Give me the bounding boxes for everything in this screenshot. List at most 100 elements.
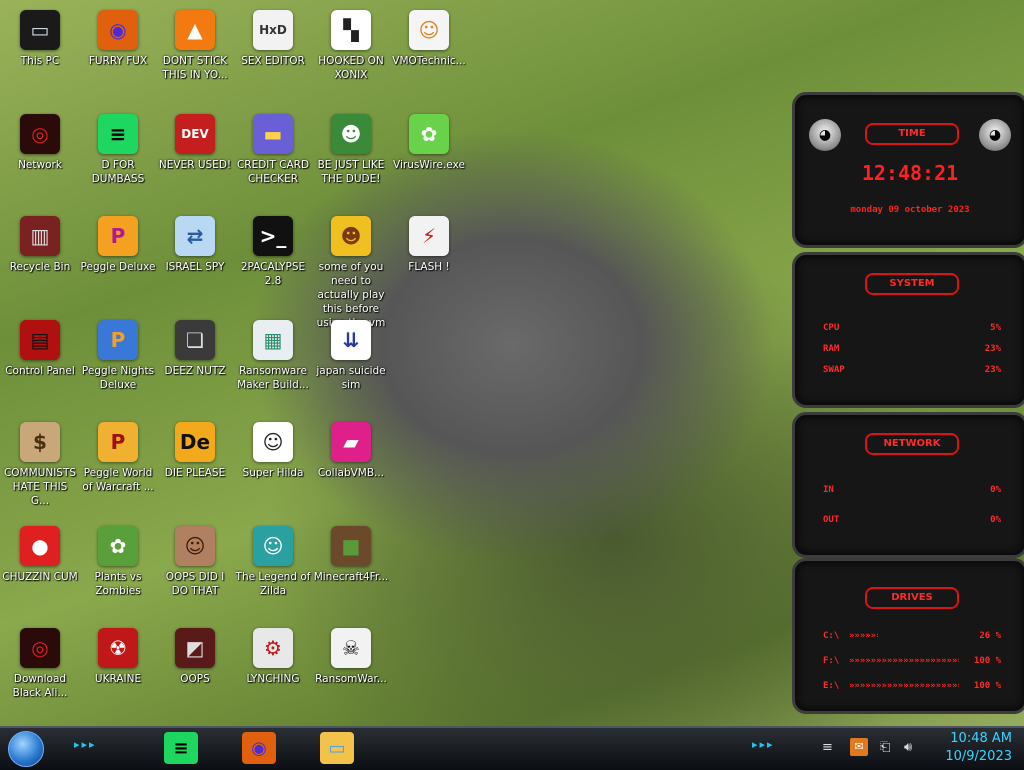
desktop-shortcut[interactable]: ≡ D FOR DUMBASS (78, 108, 158, 186)
row-label: OUT (823, 515, 840, 525)
shortcut-label: Minecraft4Fr... (313, 571, 389, 583)
desktop-shortcut[interactable]: ⚙ LYNCHING (233, 622, 313, 686)
row-value: 5% (990, 323, 1001, 333)
desktop-shortcut[interactable]: ▲ DONT STICK THIS IN YO... (155, 4, 235, 82)
desktop-shortcut[interactable]: ❏ DEEZ NUTZ (155, 314, 235, 378)
desktop-shortcut[interactable]: ▦ Ransomware Maker Build... (233, 314, 313, 392)
desktop-shortcut[interactable]: DEV NEVER USED! (155, 108, 235, 172)
system-title: SYSTEM (865, 273, 959, 295)
builder-window-icon: ▦ (253, 320, 293, 360)
desktop-shortcut[interactable]: ☺ Super Hilda (233, 416, 313, 480)
desktop-shortcut[interactable]: ▭ This PC (0, 4, 80, 68)
shortcut-label: FURRY FUX (88, 55, 148, 67)
pixel-dog-icon: ☺ (253, 422, 293, 462)
shortcut-label: OOPS (180, 673, 210, 685)
shortcut-label: Recycle Bin (9, 261, 71, 273)
computer-icon: ▭ (20, 10, 60, 50)
clock-time: 10:48 AM (950, 731, 1012, 746)
desktop-shortcut[interactable]: $ COMMUNISTS HATE THIS G... (0, 416, 80, 508)
control-panel-icon: ▤ (20, 320, 60, 360)
desktop-shortcut[interactable]: P Peggle Nights Deluxe (78, 314, 158, 392)
desktop-shortcut[interactable]: ● CHUZZIN CUM (0, 520, 80, 584)
shortcut-label: Network (18, 159, 62, 171)
widget-row: RAM 23% (823, 344, 1001, 356)
row-value: 100 % (973, 681, 1001, 691)
widget-row: F:\ 100 % »»»»»»»»»»»»»»»»»»»»»»»» (823, 656, 1001, 668)
desktop-shortcut[interactable]: ⇊ japan suicide sim (311, 314, 391, 392)
desktop-shortcut[interactable]: ☺ The Legend of Zilda (233, 520, 313, 598)
drive-usage-bar: »»»»»»»»»»»»»»»»»»»»»»»» (849, 656, 959, 666)
desktop-shortcut[interactable]: ✿ Plants vs Zombies (78, 520, 158, 598)
desktop-shortcut[interactable]: ✿ VirusWire.exe (389, 108, 469, 172)
desktop-shortcut[interactable]: P Peggle Deluxe (78, 210, 158, 274)
volume-icon[interactable]: 🔊︎ (904, 740, 912, 755)
network-icon: ◎ (20, 114, 60, 154)
file-explorer-taskbar-button[interactable]: ▭ (320, 732, 354, 764)
chuzzle-icon: ● (20, 526, 60, 566)
system-monitor-widget: ◕ ◕ TIME 12:48:21 monday 09 october 2023… (792, 92, 1024, 714)
shortcut-label: RansomWar... (315, 673, 387, 685)
desktop-shortcut[interactable]: >_ 2PACALYPSE 2.8 (233, 210, 313, 288)
browser-taskbar-button[interactable]: ◉ (242, 732, 276, 764)
frame-icon: ◩ (175, 628, 215, 668)
alien-head-icon: ◕ (809, 119, 841, 151)
desktop-shortcut[interactable]: ☢ UKRAINE (78, 622, 158, 686)
shortcut-label: FLASH ! (408, 261, 450, 273)
start-button[interactable] (8, 731, 44, 767)
desktop-shortcut[interactable]: ▚ HOOKED ON XONIX (311, 4, 391, 82)
widget-row: SWAP 23% (823, 365, 1001, 377)
tray-app-icon[interactable]: ✉ (850, 738, 868, 756)
monitor-icon: ▰ (331, 422, 371, 462)
shortcut-label: COMMUNISTS HATE THIS G... (3, 467, 77, 507)
terminal-icon: >_ (253, 216, 293, 256)
lime-icon: ✿ (409, 114, 449, 154)
drives-panel: DRIVES C:\26 %»»»»»»»»»»»»»»»»»»»»»»»»F:… (792, 558, 1024, 714)
desktop-shortcut[interactable]: ◎ Network (0, 108, 80, 172)
desktop-shortcut[interactable]: P Peggle World of Warcraft ... (78, 416, 158, 494)
shortcut-label: SEX EDITOR (241, 55, 305, 67)
desktop-shortcut[interactable]: ◩ OOPS (155, 622, 235, 686)
time-title: TIME (865, 123, 959, 145)
desktop-shortcut[interactable]: ⚡ FLASH ! (389, 210, 469, 274)
desktop-shortcut[interactable]: ☺ VMOTechnic... (389, 4, 469, 68)
shortcut-label: 2PACALYPSE 2.8 (240, 261, 306, 287)
desktop-shortcut[interactable]: De DIE PLEASE (155, 416, 235, 480)
taskbar-clock[interactable]: 10:48 AM 10/9/2023 (945, 730, 1012, 766)
desktop-shortcut[interactable]: ☻ BE JUST LIKE THE DUDE! (311, 108, 391, 186)
shortcut-label: VirusWire.exe (393, 159, 465, 171)
desktop-shortcut[interactable]: ☻ some of you need to actually play this … (311, 210, 391, 330)
money-bag-icon: $ (20, 422, 60, 462)
desktop-shortcut[interactable]: ▤ Control Panel (0, 314, 80, 378)
widget-row: C:\ 26 % »»»»»»»»»»»»»»»»»»»»»»»» (823, 631, 1001, 643)
network-tray-icon[interactable]: ⎗ (880, 740, 890, 755)
desktop-shortcut[interactable]: ◎ Download Black Ali... (0, 622, 80, 700)
game-grid-icon: ▚ (331, 10, 371, 50)
plant-icon: ✿ (98, 526, 138, 566)
peggle-icon: P (98, 216, 138, 256)
desktop-shortcut[interactable]: ■ Minecraft4Fr... (311, 520, 391, 584)
desktop-shortcut[interactable]: ⇄ ISRAEL SPY (155, 210, 235, 274)
widget-row: CPU 5% (823, 323, 1001, 335)
chat-app-icon: ≡ (98, 114, 138, 154)
desktop-shortcut[interactable]: HxD SEX EDITOR (233, 4, 313, 68)
desktop-shortcut[interactable]: ▬ CREDIT CARD CHECKER (233, 108, 313, 186)
desktop-shortcut[interactable]: ▥ Recycle Bin (0, 210, 80, 274)
desktop-shortcut[interactable]: ▰ CollabVMB... (311, 416, 391, 480)
shortcut-label: Super Hilda (242, 467, 304, 479)
desktop-shortcut[interactable]: ☠ RansomWar... (311, 622, 391, 686)
shortcut-label: Ransomware Maker Build... (237, 365, 309, 391)
peggle-nights-icon: P (98, 320, 138, 360)
radiation-icon: ☢ (98, 628, 138, 668)
shortcut-label: ISRAEL SPY (165, 261, 225, 273)
row-label: C:\ (823, 631, 840, 641)
row-value: 23% (984, 344, 1001, 354)
network-panel: NETWORK IN 0% OUT 0% (792, 412, 1024, 558)
shortcut-label: The Legend of Zilda (235, 571, 311, 597)
row-label: E:\ (823, 681, 840, 691)
chat-app-taskbar-button[interactable]: ≡ (164, 732, 198, 764)
desktop-shortcut[interactable]: ☺ OOPS DID I DO THAT (155, 520, 235, 598)
desktop-shortcut[interactable]: ◉ FURRY FUX (78, 4, 158, 68)
show-hidden-icons[interactable]: ≡ (822, 740, 833, 755)
widget-row: E:\ 100 % »»»»»»»»»»»»»»»»»»»»»»»» (823, 681, 1001, 693)
row-label: F:\ (823, 656, 840, 666)
